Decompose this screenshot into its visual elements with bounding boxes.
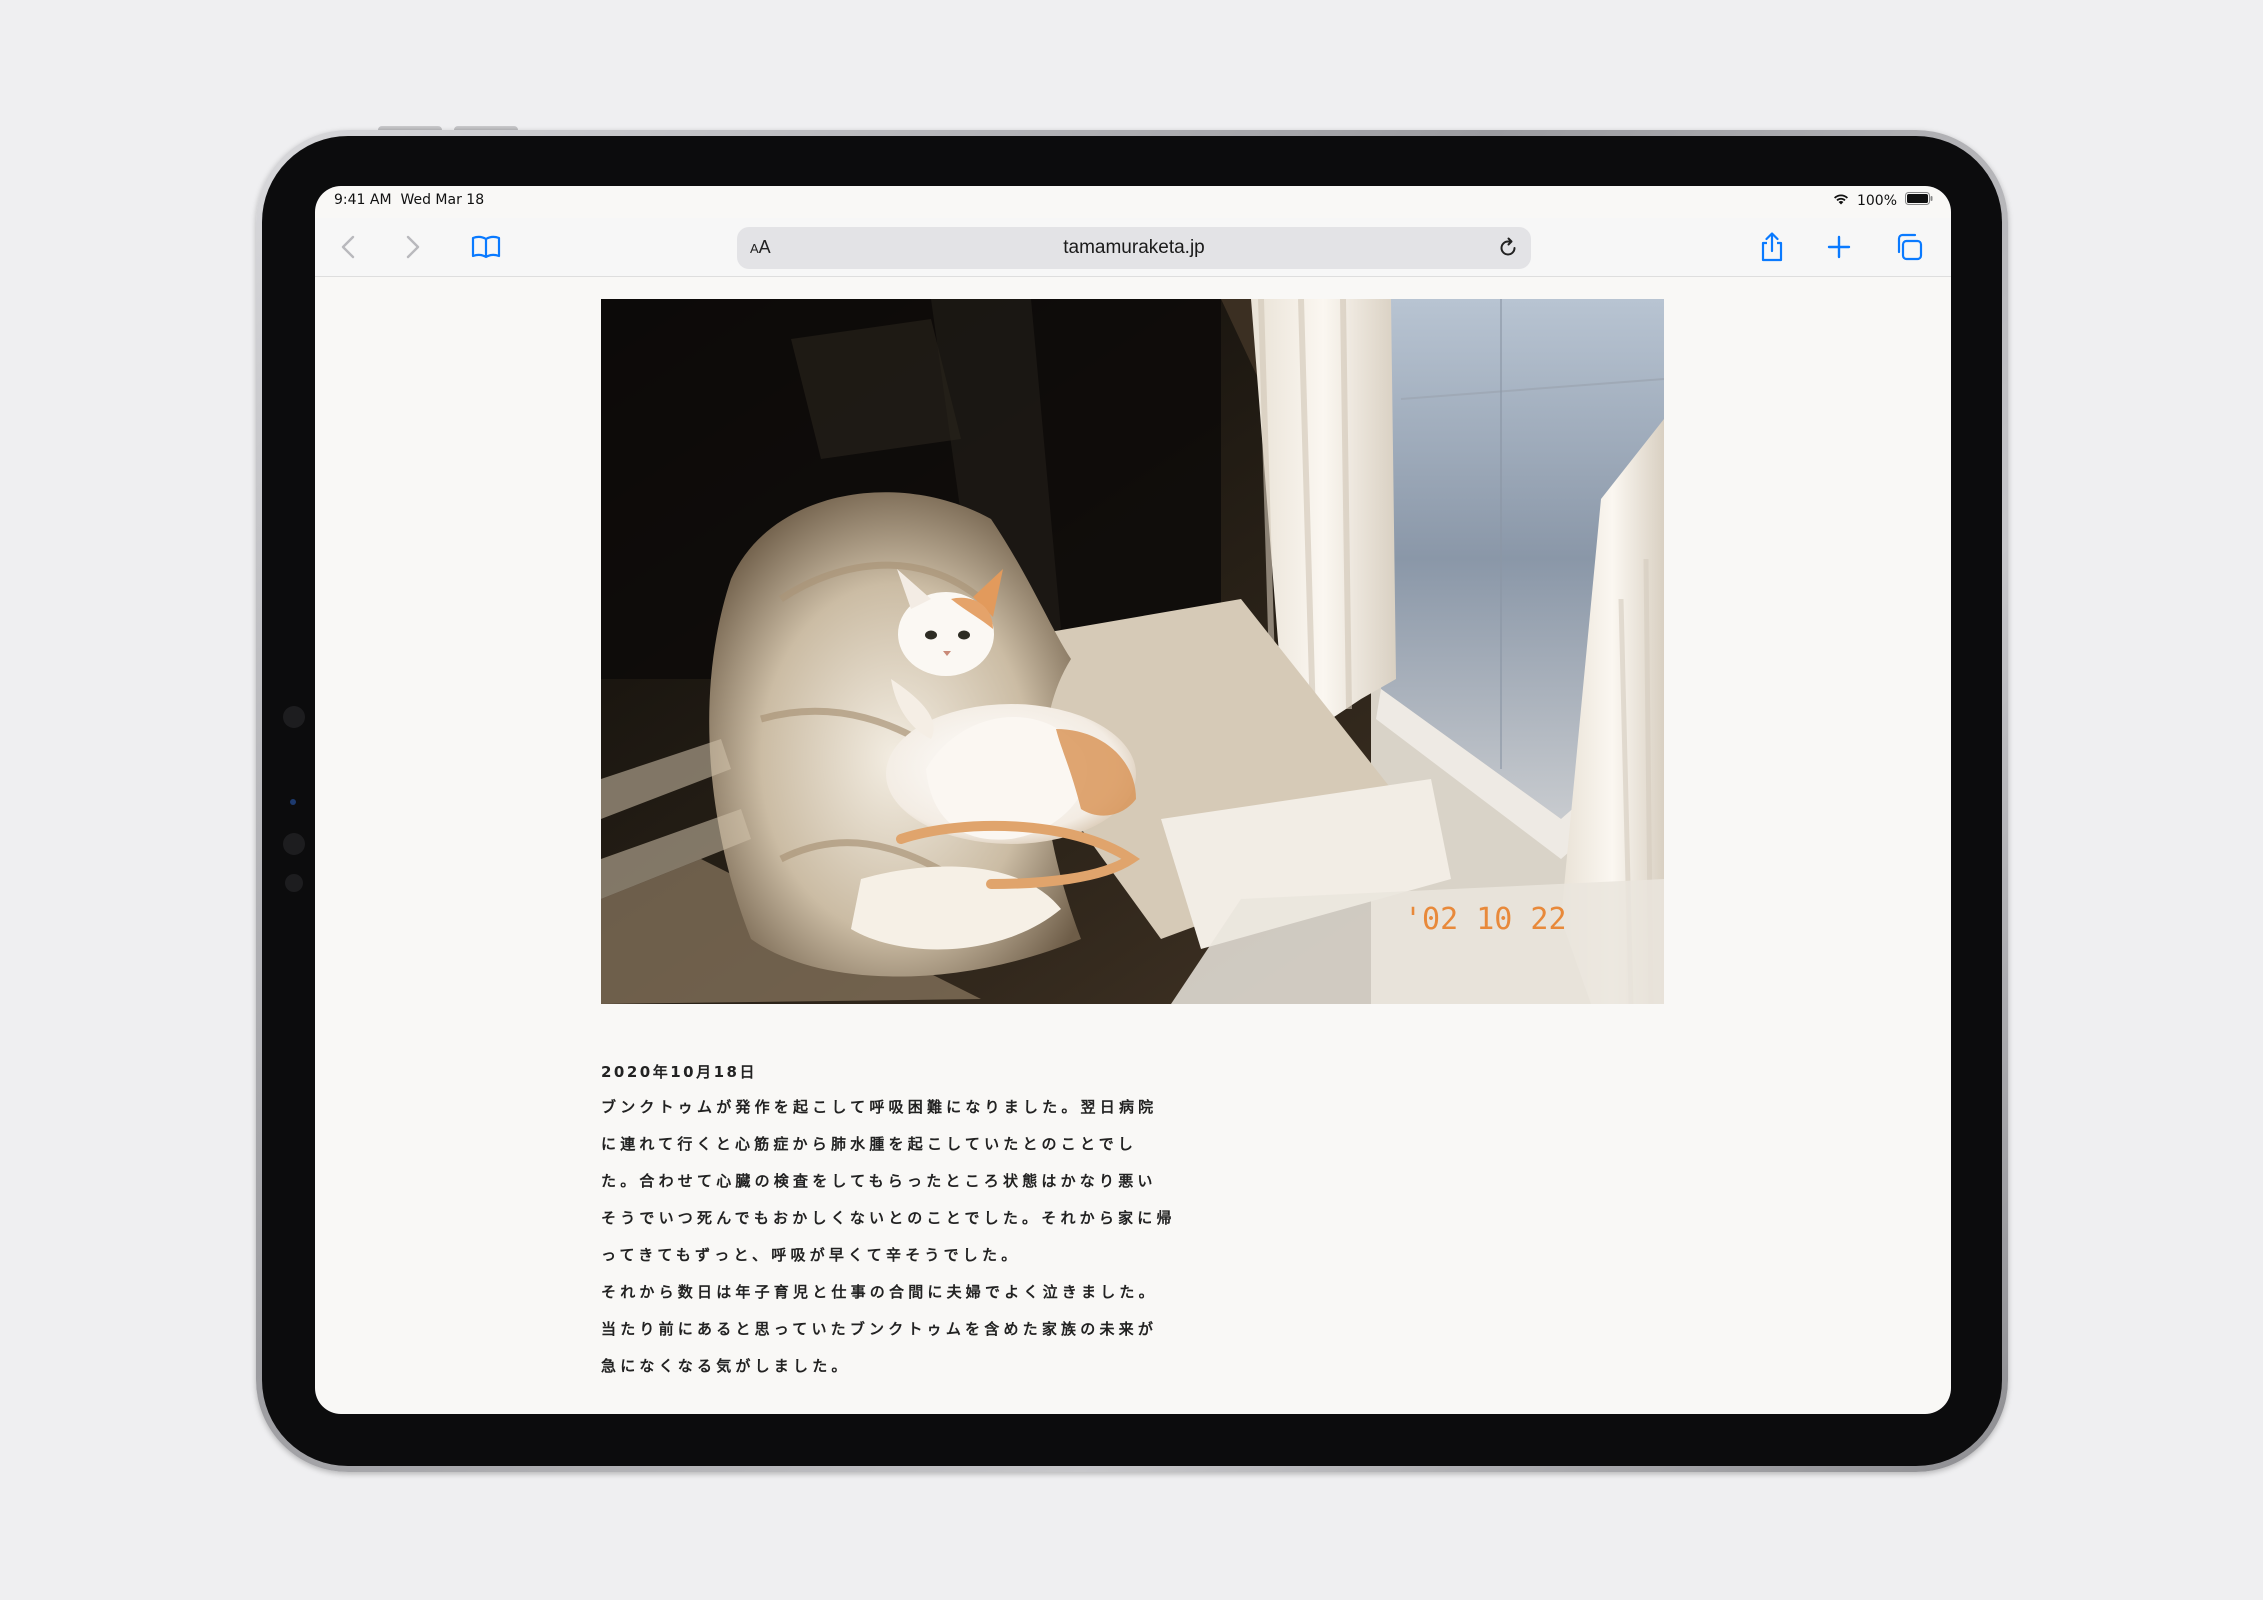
article-date: 2020年10月18日 [601,1063,757,1081]
chevron-left-icon [341,235,355,259]
new-tab-button[interactable] [1822,230,1856,264]
book-icon [471,235,501,259]
plus-icon [1827,235,1851,259]
wifi-icon [1833,193,1849,209]
share-icon [1761,232,1783,262]
tabs-overview-button[interactable] [1892,230,1926,264]
side-indicator [290,799,296,805]
battery-icon [1905,192,1933,209]
battery-label: 100% [1856,192,1897,209]
cat-photo: '02 10 22 [601,299,1664,1004]
article-line: ってきてもずっと、呼吸が早くて辛そうでした。 [601,1246,1021,1264]
photo-date-stamp: '02 10 22 [1404,902,1567,937]
forward-button[interactable] [396,230,430,264]
tabs-icon [1897,233,1923,261]
article-line: た。合わせて心臓の検査をしてもらったところ状態はかなり悪い [601,1172,1157,1190]
side-camera-dot [283,706,305,728]
web-content: '02 10 22 2020年10月18日 ブンクトゥムが発作を起こして呼吸困難… [315,277,1951,1414]
article: 2020年10月18日 ブンクトゥムが発作を起こして呼吸困難になりました。翌日病… [601,1061,1176,1385]
screen: 9:41 AM Wed Mar 18 100% AA tamamuraketa.… [315,186,1951,1414]
side-sensor-dot [285,874,303,892]
article-line: 当たり前にあると思っていたブンクトゥムを含めた家族の未来が [601,1320,1158,1338]
url-text[interactable]: tamamuraketa.jp [737,237,1531,259]
status-right: 100% [1833,192,1933,209]
back-button[interactable] [331,230,365,264]
article-line: ブンクトゥムが発作を起こして呼吸困難になりました。翌日病院 [601,1098,1158,1116]
safari-toolbar: AA tamamuraketa.jp [315,218,1951,277]
article-line: それから数日は年子育児と仕事の合間に夫婦でよく泣きました。 [601,1283,1158,1301]
reload-button[interactable] [1497,237,1519,263]
side-sensor-dot [283,833,305,855]
share-button[interactable] [1755,230,1789,264]
chevron-right-icon [406,235,420,259]
status-bar: 9:41 AM Wed Mar 18 100% [315,186,1951,218]
reload-icon [1500,237,1516,256]
address-bar[interactable]: AA tamamuraketa.jp [737,227,1531,269]
article-line: に連れて行くと心筋症から肺水腫を起こしていたとのことでし [601,1135,1138,1153]
status-time: 9:41 AM Wed Mar 18 [334,192,485,208]
article-line: そうでいつ死んでもおかしくないとのことでした。それから家に帰 [601,1209,1176,1227]
bookmarks-button[interactable] [469,230,503,264]
article-line: 急になくなる気がしました。 [601,1357,851,1375]
